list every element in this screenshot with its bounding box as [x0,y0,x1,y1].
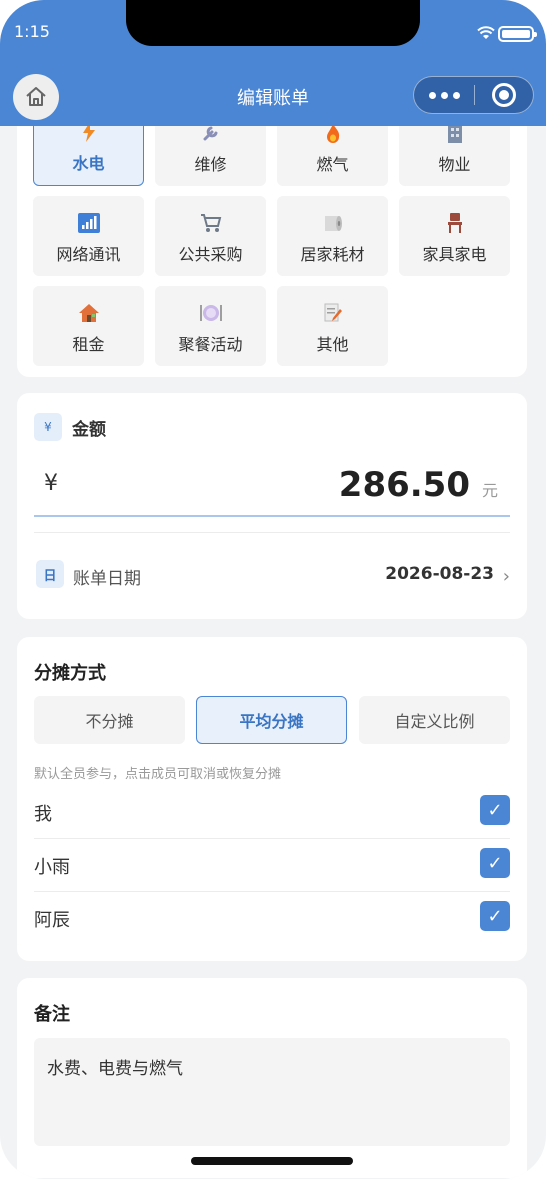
category-label: 物业 [438,155,471,174]
amount-label: 金额 [72,419,106,440]
yen-icon: ¥ [34,413,62,441]
category-label: 聚餐活动 [178,335,243,354]
split-title: 分摊方式 [34,663,106,684]
category-label: 维修 [194,155,227,174]
category-item-gas[interactable]: 燃气 [277,126,388,186]
dining-plate-icon [199,303,222,323]
category-item-furniture[interactable]: 家具家电 [399,196,510,276]
amount-unit: 元 [481,481,498,500]
battery-icon [498,26,537,42]
category-item-dining[interactable]: 聚餐活动 [155,286,266,366]
tab-equal-split[interactable]: 平均分摊 [196,696,347,744]
signal-bars-icon [77,213,100,233]
amount-card: ¥ 金额 ¥ 286.50 元 日 账单日期 2026-08-23 › [17,393,527,619]
currency-symbol: ¥ [44,471,58,496]
chair-icon [444,213,466,233]
capsule-divider [474,85,475,105]
shopping-cart-icon [200,213,222,233]
category-label: 燃气 [316,155,349,174]
category-label: 租金 [72,335,105,354]
dot-icon [428,91,436,99]
home-indicator [191,1157,353,1165]
member-row[interactable]: 小雨 ✓ [34,839,510,892]
category-label: 水电 [72,154,105,173]
note-textarea[interactable]: 水费、电费与燃气 [34,1038,510,1146]
device-notch [126,0,420,46]
building-icon [444,126,466,143]
category-item-other[interactable]: 其他 [277,286,388,366]
dot-icon [452,91,460,99]
category-item-utilities[interactable]: 水电 [33,126,144,186]
category-label: 公共采购 [178,245,243,264]
status-time: 1:15 [14,22,50,41]
category-item-household-supplies[interactable]: 居家耗材 [277,196,388,276]
category-label: 其他 [316,335,349,354]
page-content: 水电 维修 燃气 物业 网络通讯 公共采购 居家耗材 家具家电 租金 聚餐活动 … [0,126,546,1179]
category-label: 家具家电 [422,245,487,264]
category-item-network[interactable]: 网络通讯 [33,196,144,276]
member-name: 我 [34,804,52,825]
category-item-rent[interactable]: 租金 [33,286,144,366]
category-item-purchasing[interactable]: 公共采购 [155,196,266,276]
tab-no-split[interactable]: 不分摊 [34,696,185,744]
category-label: 网络通讯 [56,245,121,264]
divider [34,532,510,533]
category-item-property[interactable]: 物业 [399,126,510,186]
house-icon [78,303,100,323]
amount-header: ¥ 金额 [34,413,106,441]
category-item-repair[interactable]: 维修 [155,126,266,186]
memo-icon [322,303,344,323]
phone-screen: 1:15 编辑账单 水电 维修 燃气 物业 网络通讯 公共采购 居家耗材 家具家… [0,0,546,1179]
note-card: 备注 水费、电费与燃气 [17,978,527,1178]
category-card: 水电 维修 燃气 物业 网络通讯 公共采购 居家耗材 家具家电 租金 聚餐活动 … [17,126,527,377]
wrench-icon [200,126,222,143]
toilet-paper-icon [322,213,344,233]
split-card: 分摊方式 不分摊 平均分摊 自定义比例 默认全员参与，点击成员可取消或恢复分摊 … [17,637,527,961]
nav-bar: 编辑账单 [0,66,546,126]
chevron-right-icon: › [502,566,510,587]
bill-date-value: 2026-08-23 [385,564,494,584]
status-bar: 1:15 [0,0,546,66]
amount-input[interactable]: ¥ 286.50 元 [34,459,510,517]
close-button[interactable] [492,83,516,107]
member-checkbox[interactable]: ✓ [480,901,510,931]
lightning-icon [78,126,100,142]
dot-icon [440,91,448,99]
bill-date-label: 账单日期 [73,569,141,589]
calendar-icon: 日 [36,560,64,588]
more-button[interactable] [414,77,474,113]
tab-custom-ratio[interactable]: 自定义比例 [359,696,510,744]
member-checkbox[interactable]: ✓ [480,795,510,825]
split-hint: 默认全员参与，点击成员可取消或恢复分摊 [34,767,282,782]
member-row[interactable]: 我 ✓ [34,786,510,839]
member-name: 阿辰 [34,910,70,931]
wifi-icon [477,26,495,39]
member-row[interactable]: 阿辰 ✓ [34,892,510,945]
member-checkbox[interactable]: ✓ [480,848,510,878]
amount-value: 286.50 [338,465,470,505]
member-name: 小雨 [34,857,70,878]
note-title: 备注 [34,1004,70,1025]
category-label: 居家耗材 [300,245,365,264]
flame-icon [322,126,344,143]
mini-program-capsule [413,76,534,114]
split-mode-tabs: 不分摊 平均分摊 自定义比例 [34,696,510,746]
note-text: 水费、电费与燃气 [47,1059,183,1079]
bill-date-row[interactable]: 日 账单日期 2026-08-23 › [34,560,510,590]
